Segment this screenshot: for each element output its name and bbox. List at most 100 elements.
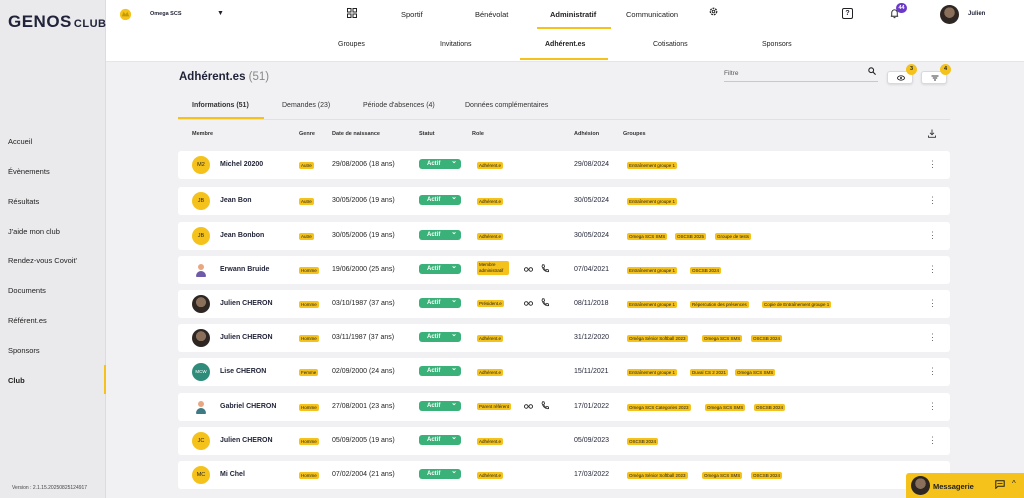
subnav-groupes[interactable]: Groupes (338, 41, 365, 48)
sidebar-item-jaide-mon-club[interactable]: J'aide mon club (8, 227, 60, 236)
column-header-groupes[interactable]: Groupes (623, 131, 646, 137)
more-icon[interactable]: ⋮ (928, 195, 937, 205)
sidebar-item-club[interactable]: Club (8, 376, 25, 385)
member-initials: MCW (192, 363, 210, 381)
status-select[interactable]: Actif (419, 296, 461, 308)
nav-administratif[interactable]: Administratif (550, 10, 596, 19)
status-select[interactable]: Actif (419, 193, 461, 205)
tab-periode-absences[interactable]: Période d'absences (4) (363, 102, 435, 109)
column-header-role[interactable]: Role (472, 131, 484, 137)
more-icon[interactable]: ⋮ (928, 230, 937, 240)
status-select[interactable]: Actif (419, 433, 461, 445)
member-adhesion: 08/11/2018 (574, 300, 609, 307)
member-initials: JC (192, 432, 210, 450)
role-tag: Membre administratif (477, 261, 509, 275)
club-logo-icon[interactable] (119, 8, 132, 21)
more-icon[interactable]: ⋮ (928, 298, 937, 308)
nav-communication[interactable]: Communication (626, 10, 678, 19)
member-name[interactable]: Erwann Bruide (220, 266, 269, 273)
club-selector-label[interactable]: Omega SCS (150, 11, 181, 17)
phone-icon[interactable] (541, 298, 549, 307)
user-name[interactable]: Julien (968, 11, 985, 17)
table-row[interactable]: JC Julien CHERON Homme 05/09/2005 (19 an… (178, 427, 950, 455)
column-header-membre[interactable]: Membre (192, 131, 213, 137)
more-icon[interactable]: ⋮ (928, 401, 937, 411)
more-icon[interactable]: ⋮ (928, 264, 937, 274)
column-header-date-naissance[interactable]: Date de naissance (332, 131, 380, 137)
subnav-cotisations[interactable]: Cotisations (653, 41, 688, 48)
status-select[interactable]: Actif (419, 364, 461, 376)
group-tag: Omega SCS SMS (705, 404, 746, 411)
status-select[interactable]: Actif (419, 467, 461, 479)
sidebar-item-referents[interactable]: Référent.es (8, 316, 47, 325)
member-name[interactable]: Julien CHERON (220, 334, 273, 341)
table-row[interactable]: MCW Lise CHERON Femme 02/09/2000 (24 ans… (178, 358, 950, 386)
member-name[interactable]: Gabriel CHERON (220, 403, 276, 410)
chat-icon[interactable] (995, 480, 1005, 489)
more-icon[interactable]: ⋮ (928, 366, 937, 376)
table-row[interactable]: Julien CHERON Homme 03/10/1987 (37 ans) … (178, 290, 950, 318)
glasses-icon[interactable] (524, 300, 533, 306)
sidebar-item-documents[interactable]: Documents (8, 286, 46, 295)
member-adhesion: 31/12/2020 (574, 334, 610, 341)
member-name[interactable]: Michel 20200 (220, 161, 263, 168)
messagerie-panel[interactable]: Messagerie ^ (906, 473, 1024, 498)
status-select[interactable]: Actif (419, 157, 461, 169)
subnav-sponsors[interactable]: Sponsors (762, 41, 792, 48)
table-row[interactable]: Julien CHERON Homme 03/11/1987 (37 ans) … (178, 324, 950, 352)
sidebar-item-sponsors[interactable]: Sponsors (8, 346, 40, 355)
table-row[interactable]: Gabriel CHERON Homme 27/08/2001 (23 ans)… (178, 393, 950, 421)
user-avatar[interactable] (940, 5, 959, 24)
table-row[interactable]: MC Mi Chel Homme 07/02/2004 (21 ans) Act… (178, 461, 950, 489)
table-row[interactable]: M2 Michel 20200 Autre 29/08/2006 (18 ans… (178, 151, 950, 179)
chevron-down-icon[interactable]: ▼ (217, 10, 224, 17)
member-name[interactable]: Mi Chel (220, 471, 245, 478)
phone-icon[interactable] (541, 264, 549, 273)
nav-sportif[interactable]: Sportif (401, 10, 423, 19)
genre-tag: Autre (299, 233, 314, 240)
member-name[interactable]: Jean Bonbon (220, 232, 264, 239)
table-row[interactable]: JB Jean Bon Autre 30/05/2006 (19 ans) Ac… (178, 187, 950, 215)
app-logo[interactable]: GENOS CLUBS (8, 12, 114, 32)
sidebar-item-accueil[interactable]: Accueil (8, 137, 32, 146)
more-icon[interactable]: ⋮ (928, 332, 937, 342)
column-header-statut[interactable]: Statut (419, 131, 435, 137)
phone-icon[interactable] (541, 401, 549, 410)
filter-input[interactable] (724, 66, 878, 82)
role-tag: Président.e (477, 300, 504, 307)
table-row[interactable]: Erwann Bruide Homme 19/06/2000 (25 ans) … (178, 256, 950, 284)
member-name[interactable]: Lise CHERON (220, 368, 266, 375)
status-select[interactable]: Actif (419, 399, 461, 411)
member-name[interactable]: Julien CHERON (220, 437, 273, 444)
more-icon[interactable]: ⋮ (928, 435, 937, 445)
member-birthdate: 03/10/1987 (37 ans) (332, 300, 395, 307)
column-header-genre[interactable]: Genre (299, 131, 315, 137)
status-select[interactable]: Actif (419, 228, 461, 240)
member-name[interactable]: Jean Bon (220, 197, 252, 204)
status-select[interactable]: Actif (419, 262, 461, 274)
tab-informations[interactable]: Informations (51) (192, 102, 249, 109)
sidebar-item-covoit[interactable]: Rendez-vous Covoit' (8, 256, 77, 265)
status-select[interactable]: Actif (419, 330, 461, 342)
help-icon[interactable]: ? (842, 8, 853, 19)
glasses-icon[interactable] (524, 403, 533, 409)
tab-demandes[interactable]: Demandes (23) (282, 102, 330, 109)
visibility-badge: 3 (906, 64, 917, 75)
search-icon[interactable] (868, 67, 876, 75)
subnav-invitations[interactable]: Invitations (440, 41, 472, 48)
nav-benevolat[interactable]: Bénévolat (475, 10, 508, 19)
table-row[interactable]: JB Jean Bonbon Autre 30/05/2006 (19 ans)… (178, 222, 950, 250)
column-header-adhesion[interactable]: Adhésion (574, 131, 599, 137)
subnav-adherents[interactable]: Adhérent.es (545, 41, 585, 48)
sidebar-item-resultats[interactable]: Résultats (8, 197, 39, 206)
member-avatar (192, 295, 210, 313)
tab-donnees-complementaires[interactable]: Données complémentaires (465, 102, 548, 109)
glasses-icon[interactable] (524, 266, 533, 272)
chevron-up-icon[interactable]: ^ (1012, 479, 1016, 488)
sidebar-item-evenements[interactable]: Évènements (8, 167, 50, 176)
gear-icon[interactable] (708, 6, 719, 17)
grid-icon[interactable] (347, 8, 357, 18)
member-name[interactable]: Julien CHERON (220, 300, 273, 307)
more-icon[interactable]: ⋮ (928, 159, 937, 169)
download-icon[interactable] (928, 129, 936, 138)
